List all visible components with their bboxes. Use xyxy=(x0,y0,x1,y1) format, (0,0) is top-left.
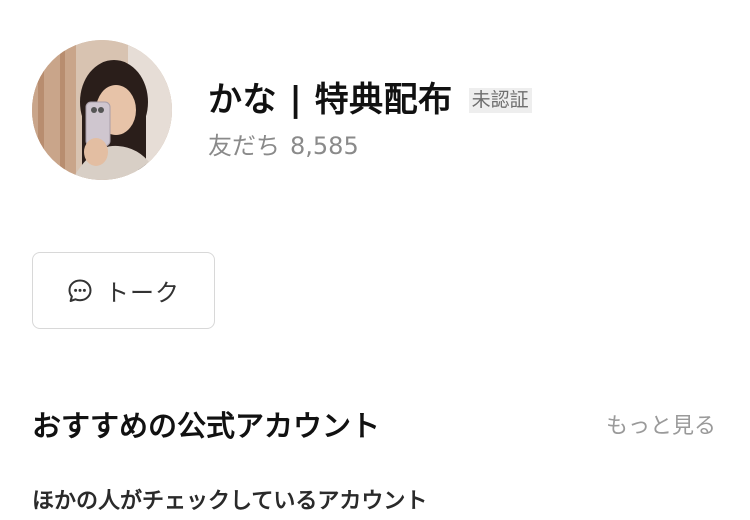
unverified-badge: 未認証 xyxy=(468,88,532,113)
chat-bubble-icon xyxy=(67,278,93,304)
see-more-link[interactable]: もっと見る xyxy=(606,408,716,440)
talk-button-label: トーク xyxy=(105,279,180,307)
recommended-accounts-title: おすすめの公式アカウント xyxy=(32,409,381,443)
friends-label: 友だち xyxy=(208,132,280,160)
avatar-photo-image xyxy=(32,40,172,180)
profile-avatar[interactable] xyxy=(32,40,172,180)
official-account-profile-page: かな | 特典配布 未認証 友だち 8,585 トーク おすすめの公式アカウント … xyxy=(0,0,750,520)
friends-count: 8,585 xyxy=(290,132,359,160)
others-checking-subtitle: ほかの人がチェックしているアカウント xyxy=(32,489,428,514)
talk-button[interactable]: トーク xyxy=(32,252,215,329)
account-name: かな | 特典配布 xyxy=(208,80,453,120)
account-name-row: かな | 特典配布 未認証 xyxy=(208,72,532,121)
friends-count-row: 友だち 8,585 xyxy=(208,126,359,161)
